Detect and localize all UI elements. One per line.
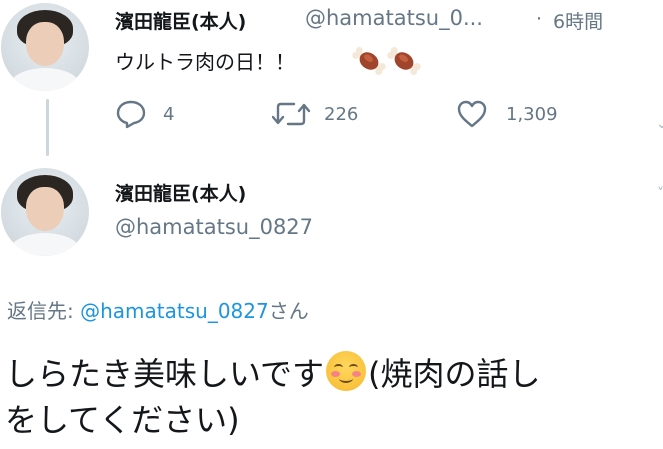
retweet-count: 226: [324, 103, 359, 125]
reply-to-label: 返信先:: [7, 299, 81, 323]
like-count: 1,309: [506, 103, 558, 125]
tweet-text: ウルトラ肉の日！！: [115, 50, 295, 74]
tweet-menu-caret[interactable]: ˅: [657, 186, 663, 202]
reply-count: 4: [163, 103, 175, 125]
author-handle[interactable]: @hamatatsu_0827: [115, 215, 313, 239]
tweet-text-line2: をしてください): [5, 401, 240, 439]
reply-to-line: 返信先: @hamatatsu_0827さん: [7, 295, 309, 324]
tweet-body: しらたき美味しいです (焼肉の話し をしてください): [5, 351, 663, 443]
meat-on-bone-icon: [387, 47, 421, 75]
share-icon-partial[interactable]: ⌄: [656, 116, 663, 132]
tweet-text-part1: しらたき美味しいです: [5, 355, 325, 393]
separator-dot: ·: [536, 8, 543, 30]
tweet-text-part2: (焼肉の話し: [368, 355, 541, 393]
reply-to-mention-link[interactable]: @hamatatsu_0827: [80, 299, 269, 323]
like-action[interactable]: 1,309: [456, 99, 558, 129]
avatar-tweet2[interactable]: [1, 168, 89, 256]
reply-action[interactable]: 4: [115, 99, 174, 129]
reply-to-suffix: さん: [268, 299, 309, 323]
author-name[interactable]: 濱田龍臣(本人): [115, 7, 246, 34]
retweet-action[interactable]: 226: [272, 100, 358, 128]
author-name[interactable]: 濱田龍臣(本人): [115, 179, 246, 206]
avatar-tweet1[interactable]: [1, 3, 89, 91]
author-handle[interactable]: @hamatatsu_0...: [305, 6, 483, 30]
blushing-face-emoji-icon: [326, 351, 367, 391]
thread-connector-line: [46, 99, 49, 156]
reply-icon: [116, 100, 146, 129]
retweet-icon: [272, 102, 310, 126]
heart-icon: [457, 100, 487, 128]
tweet-timestamp[interactable]: 6時間: [553, 7, 603, 34]
meat-on-bone-icon: [352, 47, 386, 75]
